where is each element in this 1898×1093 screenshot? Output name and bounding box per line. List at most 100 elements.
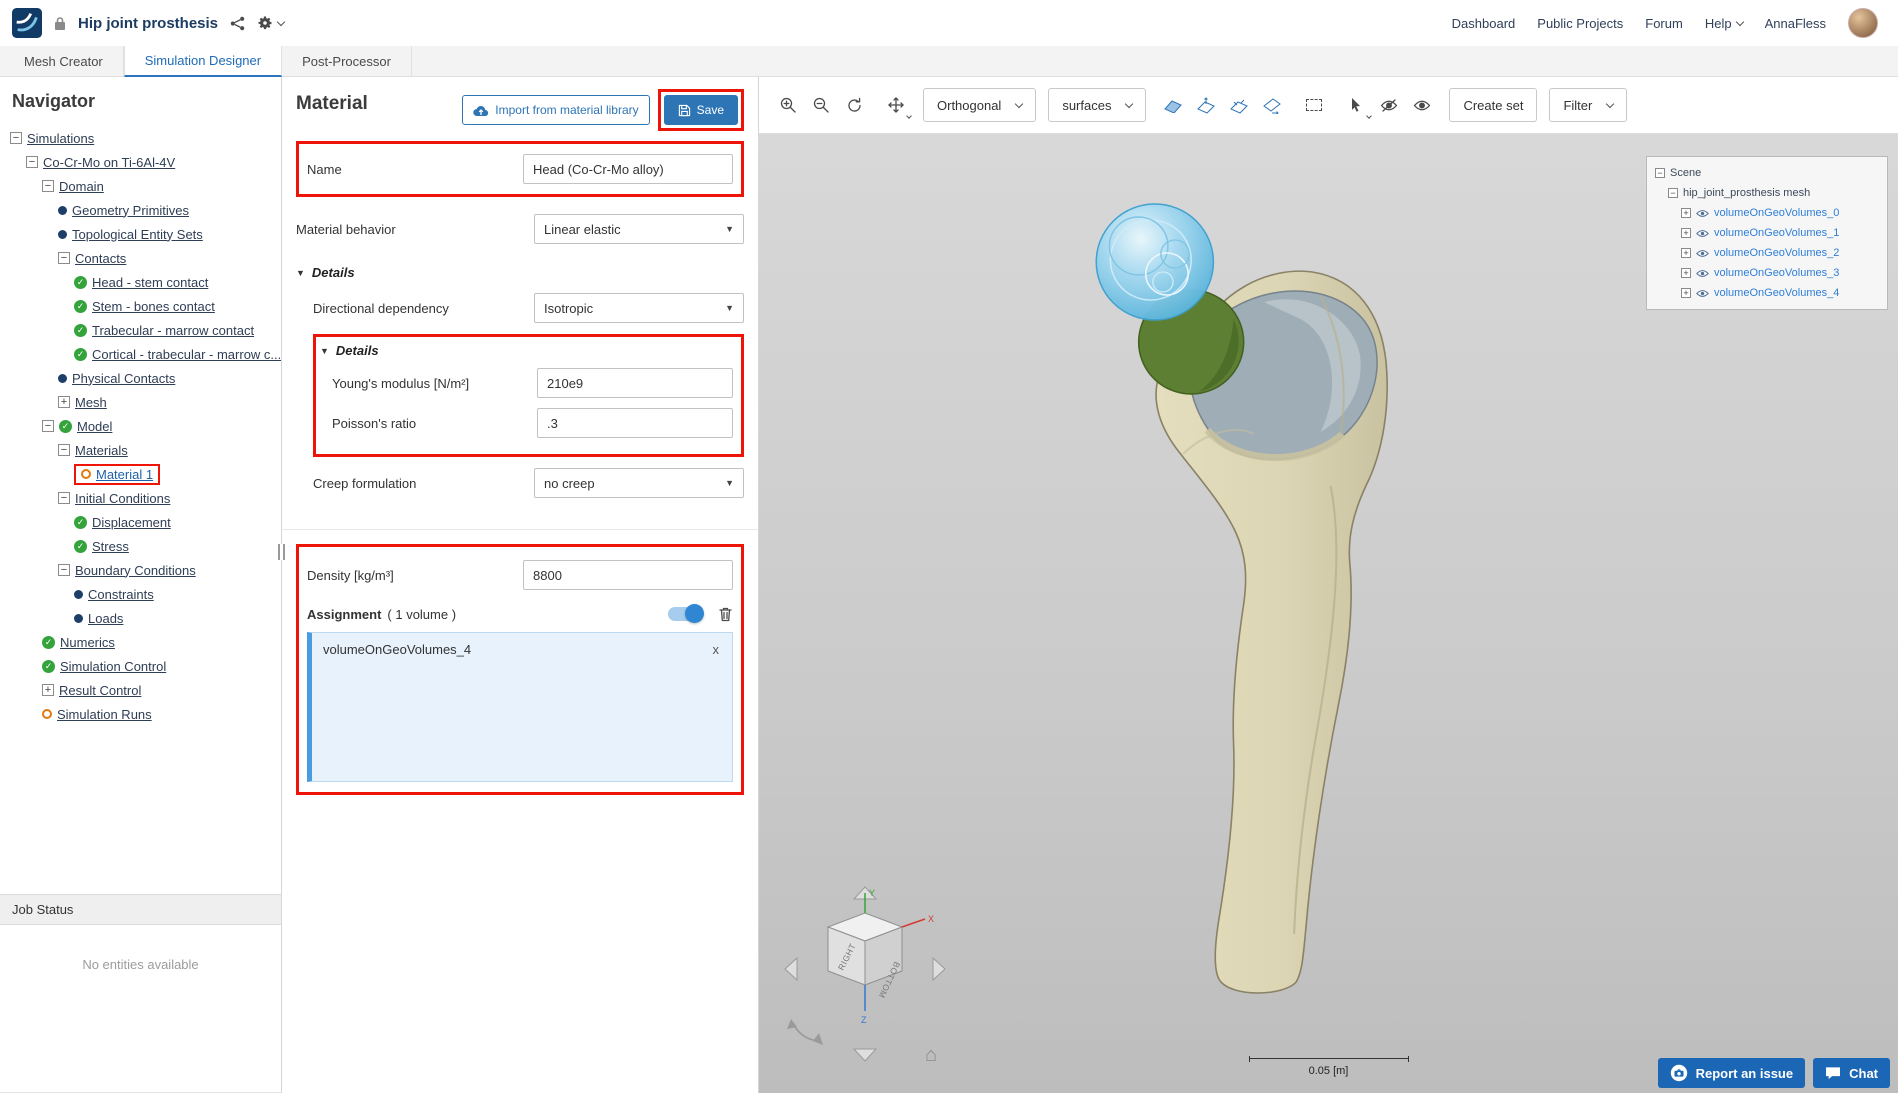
scene-mesh-item[interactable]: − hip_joint_prosthesis mesh [1655,183,1879,203]
tree-item-label[interactable]: Cortical - trabecular - marrow c... [92,347,281,362]
rotate-right-arrow[interactable] [933,958,945,980]
tree-item-physical-contacts[interactable]: Physical Contacts [4,366,277,390]
tree-item-label[interactable]: Geometry Primitives [72,203,189,218]
tree-item-label[interactable]: Simulation Control [60,659,166,674]
tree-item-label[interactable]: Topological Entity Sets [72,227,203,242]
scene-item-volumeongeovolumes-0[interactable]: +volumeOnGeoVolumes_0 [1655,203,1879,223]
clip-plane-icon-2[interactable] [1191,90,1221,120]
projection-mode-select[interactable]: Orthogonal [923,88,1036,122]
scene-item-volumeongeovolumes-1[interactable]: +volumeOnGeoVolumes_1 [1655,223,1879,243]
tab-simulation-designer[interactable]: Simulation Designer [124,46,282,77]
share-icon[interactable] [230,16,245,31]
scene-item-volumeongeovolumes-2[interactable]: +volumeOnGeoVolumes_2 [1655,243,1879,263]
zoom-out-button[interactable] [806,90,836,120]
tree-item-simulations[interactable]: −Simulations [4,126,277,150]
nav-dashboard[interactable]: Dashboard [1452,16,1516,31]
assignment-selection-box[interactable]: volumeOnGeoVolumes_4 x [307,632,733,782]
clip-plane-icon-1[interactable] [1158,90,1188,120]
material-behavior-select[interactable]: Linear elastic ▼ [534,214,744,244]
hide-selection-eye-slash-icon[interactable] [1374,90,1404,120]
tab-mesh-creator[interactable]: Mesh Creator [4,46,124,76]
tree-item-label[interactable]: Model [77,419,112,434]
assignment-toggle[interactable] [668,607,702,621]
tree-item-mesh[interactable]: + Mesh [4,390,277,414]
tree-item-label[interactable]: Material 1 [96,467,153,482]
tree-item-label[interactable]: Displacement [92,515,171,530]
nav-help[interactable]: Help [1705,16,1743,31]
inner-details-toggle[interactable]: ▼ Details [320,343,733,358]
density-input[interactable] [523,560,733,590]
tree-item-label[interactable]: Numerics [60,635,115,650]
tree-item-initial-conditions[interactable]: −Initial Conditions [4,486,277,510]
create-set-button[interactable]: Create set [1449,88,1537,122]
box-select-icon[interactable] [1299,90,1329,120]
tree-item-simulation-control[interactable]: ✓Simulation Control [4,654,277,678]
tree-item-result-control[interactable]: + Result Control [4,678,277,702]
creep-formulation-select[interactable]: no creep ▼ [534,468,744,498]
tree-item-label[interactable]: Materials [75,443,128,458]
user-avatar[interactable] [1848,8,1878,38]
collapse-icon[interactable]: − [58,252,70,264]
tree-item-cortical-trabecular-marrow-c[interactable]: ✓Cortical - trabecular - marrow c... [4,342,277,366]
tree-item-label[interactable]: Co-Cr-Mo on Ti-6Al-4V [43,155,175,170]
material-name-input[interactable] [523,154,733,184]
collapse-icon[interactable]: − [10,132,22,144]
tab-post-processor[interactable]: Post-Processor [282,46,412,76]
report-issue-button[interactable]: Report an issue [1658,1058,1806,1088]
tree-item-label[interactable]: Mesh [75,395,107,410]
expand-icon[interactable]: + [1681,288,1691,298]
expand-icon[interactable]: + [58,396,70,408]
tree-item-trabecular-marrow-contact[interactable]: ✓Trabecular - marrow contact [4,318,277,342]
tree-item-co-cr-mo-on-ti-6al-4v[interactable]: −Co-Cr-Mo on Ti-6Al-4V [4,150,277,174]
tree-item-contacts[interactable]: −Contacts [4,246,277,270]
visibility-eye-icon[interactable] [1696,209,1709,218]
tree-item-simulation-runs[interactable]: Simulation Runs [4,702,277,726]
tree-item-material-1[interactable]: Material 1 [4,462,277,486]
collapse-icon[interactable]: − [42,420,54,432]
collapse-icon[interactable]: − [58,444,70,456]
collapse-icon[interactable]: − [58,564,70,576]
tree-item-displacement[interactable]: ✓Displacement [4,510,277,534]
expand-icon[interactable]: + [42,684,54,696]
scene-root-item[interactable]: − Scene [1655,163,1879,183]
tree-item-label[interactable]: Stem - bones contact [92,299,215,314]
tree-item-label[interactable]: Initial Conditions [75,491,170,506]
tree-item-label[interactable]: Stress [92,539,129,554]
tree-item-boundary-conditions[interactable]: −Boundary Conditions [4,558,277,582]
tree-item-label[interactable]: Result Control [59,683,141,698]
collapse-icon[interactable]: − [1668,188,1678,198]
expand-icon[interactable]: + [1681,268,1691,278]
nav-username[interactable]: AnnaFless [1765,16,1826,31]
directional-dependency-select[interactable]: Isotropic ▼ [534,293,744,323]
navigation-cube[interactable]: RIGHT BOTTOM Y X Z ⌂ [777,883,967,1083]
expand-icon[interactable]: + [1681,248,1691,258]
tree-item-label[interactable]: Contacts [75,251,126,266]
rotate-down-arrow[interactable] [854,1049,876,1061]
tree-item-label[interactable]: Physical Contacts [72,371,175,386]
tree-item-label[interactable]: Domain [59,179,104,194]
expand-icon[interactable]: + [1681,208,1691,218]
tree-item-loads[interactable]: Loads [4,606,277,630]
rotate-left-arrow[interactable] [785,958,797,980]
visibility-eye-icon[interactable] [1696,289,1709,298]
tree-item-label[interactable]: Trabecular - marrow contact [92,323,254,338]
tree-item-label[interactable]: Head - stem contact [92,275,208,290]
tree-item-label[interactable]: Loads [88,611,123,626]
tree-item-label[interactable]: Simulations [27,131,94,146]
render-mode-select[interactable]: surfaces [1048,88,1146,122]
visibility-eye-icon[interactable] [1696,229,1709,238]
save-button[interactable]: Save [664,95,738,125]
tree-item-geometry-primitives[interactable]: Geometry Primitives [4,198,277,222]
prosthesis-sphere-blue[interactable] [1096,204,1213,320]
filter-select[interactable]: Filter [1549,88,1627,122]
panel-resize-handle[interactable] [278,544,285,560]
collapse-icon[interactable]: − [26,156,38,168]
tree-item-domain[interactable]: −Domain [4,174,277,198]
youngs-modulus-input[interactable] [537,368,733,398]
collapse-icon[interactable]: − [1655,168,1665,178]
reset-view-button[interactable] [839,90,869,120]
tree-item-numerics[interactable]: ✓Numerics [4,630,277,654]
tree-item-topological-entity-sets[interactable]: Topological Entity Sets [4,222,277,246]
collapse-icon[interactable]: − [58,492,70,504]
scene-item-volumeongeovolumes-4[interactable]: +volumeOnGeoVolumes_4 [1655,283,1879,303]
